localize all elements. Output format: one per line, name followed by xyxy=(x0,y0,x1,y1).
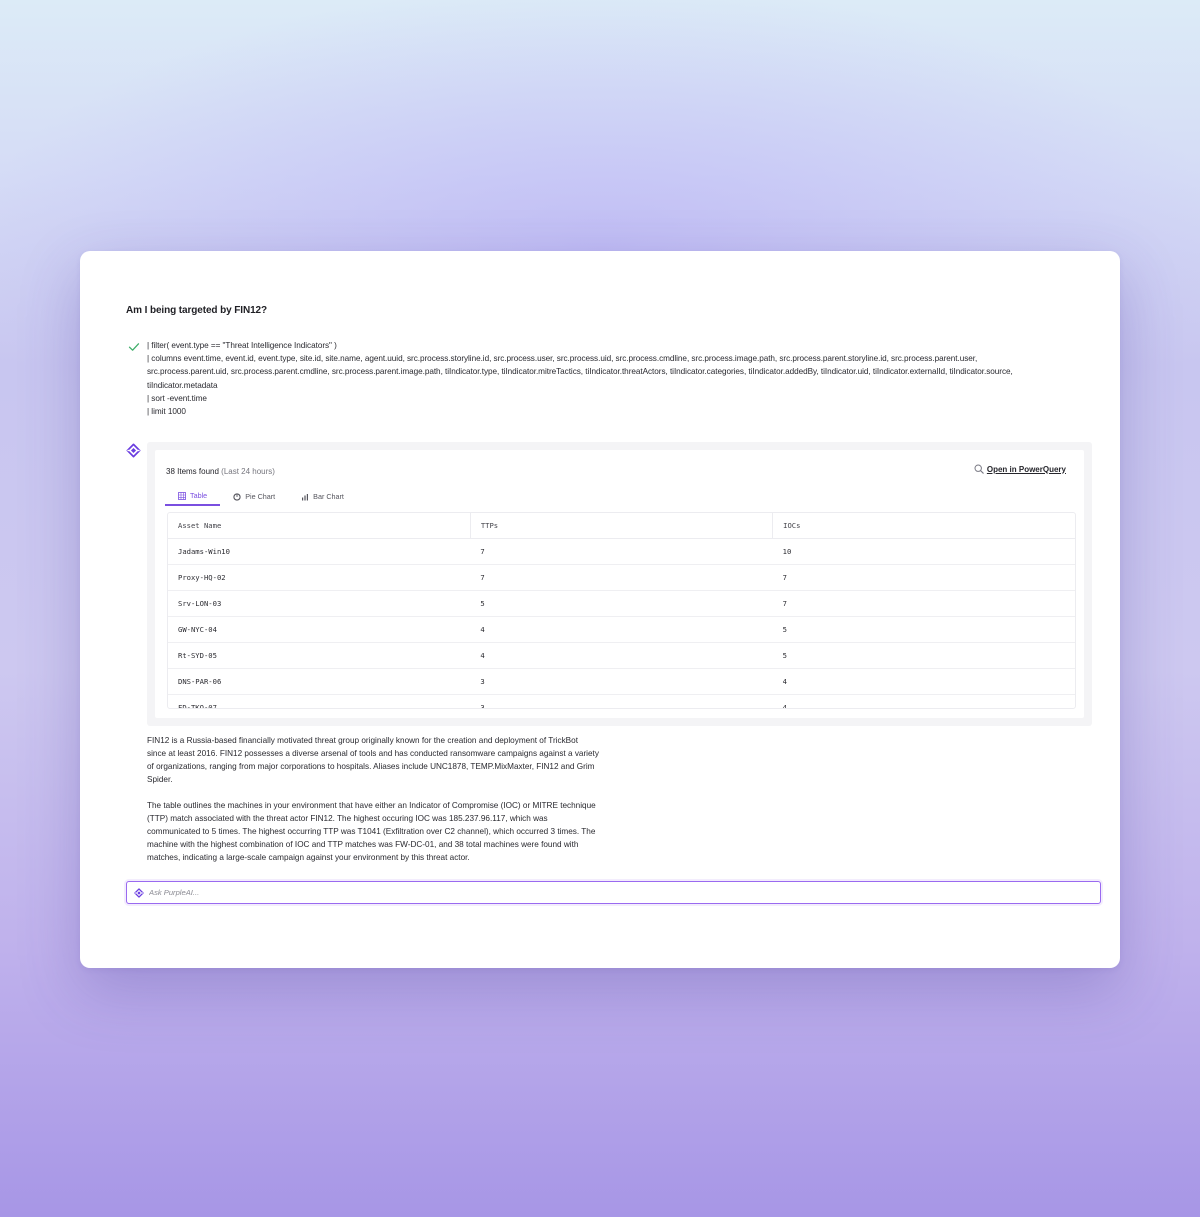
response-paragraph: The table outlines the machines in your … xyxy=(147,801,596,862)
check-icon xyxy=(128,343,140,351)
cell-iocs: 10 xyxy=(772,538,1075,565)
query-text: | filter( event.type == "Threat Intellig… xyxy=(147,339,1086,418)
cell-iocs: 4 xyxy=(772,694,1075,708)
cell-iocs: 5 xyxy=(772,642,1075,669)
ai-response-text: FIN12 is a Russia-based financially moti… xyxy=(147,734,599,877)
table-row[interactable]: Jadams-Win10 7 10 xyxy=(168,538,1075,565)
cell-iocs: 4 xyxy=(772,668,1075,695)
tab-pie-chart[interactable]: Pie Chart xyxy=(220,489,288,505)
query-line: | limit 1000 xyxy=(147,407,186,417)
table-icon xyxy=(178,491,186,500)
search-icon xyxy=(974,464,984,474)
cell-asset-name: FD-TKO-07 xyxy=(168,694,471,708)
cell-iocs: 7 xyxy=(772,564,1075,591)
query-line: tiIndicator.metadata xyxy=(147,380,218,390)
column-header-asset-name[interactable]: Asset Name xyxy=(168,513,471,539)
results-content: 38 Items found (Last 24 hours) Open in P… xyxy=(155,450,1084,718)
cell-asset-name: GW-NYC-04 xyxy=(168,616,471,643)
ask-purple-ai-input[interactable] xyxy=(149,888,1049,897)
tab-bar-chart[interactable]: Bar Chart xyxy=(288,489,357,505)
table-row[interactable]: Rt-SYD-05 4 5 xyxy=(168,642,1075,669)
cell-ttps: 5 xyxy=(470,590,773,617)
user-question: Am I being targeted by FIN12? xyxy=(126,305,268,316)
ask-purple-ai-bar[interactable] xyxy=(126,881,1101,904)
open-in-powerquery-label: Open in PowerQuery xyxy=(986,464,1066,474)
results-range-text: (Last 24 hours) xyxy=(221,467,275,476)
bar-chart-icon xyxy=(302,493,309,500)
cell-asset-name: Jadams-Win10 xyxy=(168,538,471,565)
cell-ttps: 3 xyxy=(470,694,773,708)
cell-ttps: 3 xyxy=(470,668,773,695)
tab-bar-chart-label: Bar Chart xyxy=(313,492,344,501)
results-table-container[interactable]: Asset Name TTPs IOCs Jadams-Win10 7 10 P… xyxy=(167,512,1076,709)
query-line: | filter( event.type == "Threat Intellig… xyxy=(147,341,337,350)
cell-asset-name: Rt-SYD-05 xyxy=(168,642,471,669)
query-line: src.process.parent.uid, src.process.pare… xyxy=(147,367,1013,377)
table-header-row: Asset Name TTPs IOCs xyxy=(168,513,1075,539)
table-row[interactable]: DNS-PAR-06 3 4 xyxy=(168,668,1075,695)
pie-chart-icon xyxy=(233,492,241,501)
cell-ttps: 4 xyxy=(470,616,773,643)
column-header-iocs[interactable]: IOCs xyxy=(772,513,1075,539)
results-table: Asset Name TTPs IOCs Jadams-Win10 7 10 P… xyxy=(168,513,1075,708)
cell-iocs: 7 xyxy=(772,590,1075,617)
generated-query: | filter( event.type == "Threat Intellig… xyxy=(126,339,1086,418)
query-line: | columns event.time, event.id, event.ty… xyxy=(147,354,978,364)
tab-table-label: Table xyxy=(190,491,208,500)
cell-ttps: 7 xyxy=(470,564,773,591)
tab-pie-chart-label: Pie Chart xyxy=(245,492,276,501)
response-paragraph: FIN12 is a Russia-based financially moti… xyxy=(147,736,599,784)
results-card: 38 Items found (Last 24 hours) Open in P… xyxy=(147,442,1092,726)
column-header-ttps[interactable]: TTPs xyxy=(470,513,774,539)
results-count-text: 38 Items found xyxy=(166,467,219,476)
cell-asset-name: DNS-PAR-06 xyxy=(168,668,471,695)
purple-ai-panel: Am I being targeted by FIN12? | filter( … xyxy=(80,251,1120,968)
results-count: 38 Items found (Last 24 hours) xyxy=(166,467,275,476)
view-tabs: Table Pie Chart Bar Chart xyxy=(165,488,357,506)
table-row[interactable]: Proxy-HQ-02 7 7 xyxy=(168,564,1075,591)
table-row[interactable]: FD-TKO-07 3 4 xyxy=(168,694,1075,708)
purple-ai-icon xyxy=(126,443,141,458)
cell-asset-name: Srv-LON-03 xyxy=(168,590,471,617)
query-line: | sort -event.time xyxy=(147,393,207,403)
tab-table[interactable]: Table xyxy=(165,488,221,506)
open-in-powerquery-link[interactable]: Open in PowerQuery xyxy=(974,464,1066,474)
purple-ai-icon xyxy=(134,887,144,898)
cell-ttps: 7 xyxy=(470,538,773,565)
cell-asset-name: Proxy-HQ-02 xyxy=(168,564,471,591)
cell-iocs: 5 xyxy=(772,616,1075,643)
table-row[interactable]: Srv-LON-03 5 7 xyxy=(168,590,1075,617)
table-row[interactable]: GW-NYC-04 4 5 xyxy=(168,616,1075,643)
cell-ttps: 4 xyxy=(470,642,773,669)
